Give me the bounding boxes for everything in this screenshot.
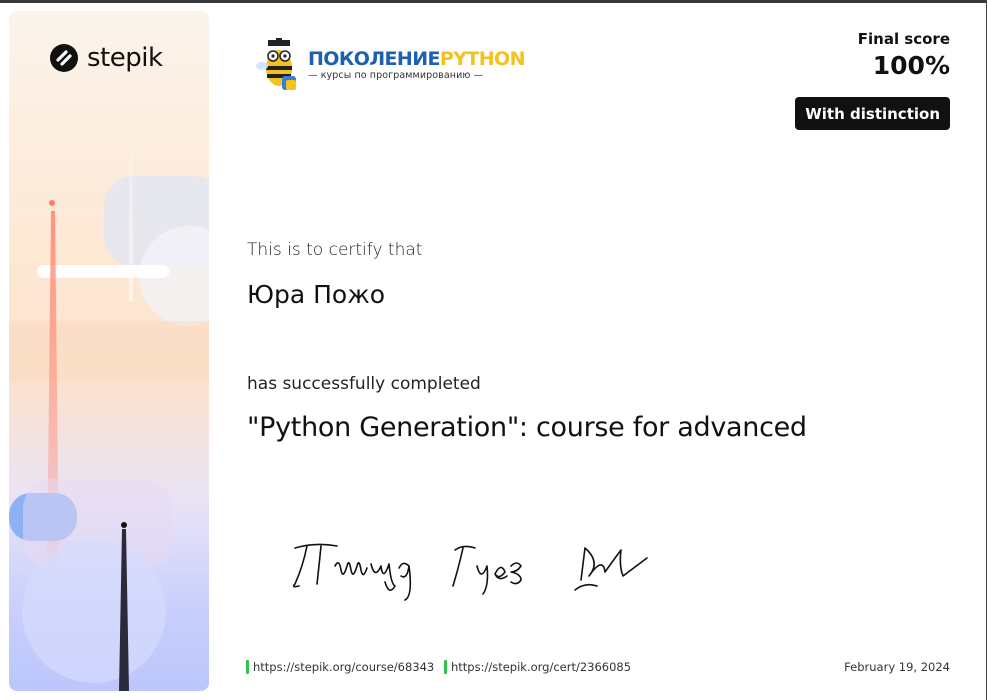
course-link-text[interactable]: https://stepik.org/course/68343	[253, 660, 434, 674]
decorative-shapes	[9, 111, 209, 691]
logo-title-part1: ПОКОЛЕНИЕ	[308, 48, 440, 70]
certify-intro: This is to certify that	[247, 240, 423, 260]
bee-mascot-icon	[256, 38, 296, 90]
logo-title-part2: PYTHON	[439, 48, 526, 70]
stepik-logo-icon	[50, 44, 78, 72]
final-score: Final score 100%	[858, 30, 950, 80]
handwritten-signature	[292, 543, 648, 601]
stepik-brand: stepik	[49, 43, 163, 73]
certificate-link-text[interactable]: https://stepik.org/cert/2366085	[451, 660, 631, 674]
logo-title: ПОКОЛЕНИЕPYTHON	[308, 48, 525, 70]
certificate-link[interactable]: https://stepik.org/cert/2366085	[444, 660, 631, 674]
window-top-border	[0, 0, 987, 3]
course-name: "Python Generation": course for advanced	[247, 412, 807, 443]
link-marker-icon	[444, 660, 447, 674]
final-score-label: Final score	[857, 30, 950, 48]
course-link[interactable]: https://stepik.org/course/68343	[246, 660, 434, 674]
distinction-badge: With distinction	[795, 97, 950, 130]
final-score-value: 100%	[872, 51, 950, 80]
issue-date: February 19, 2024	[844, 660, 950, 674]
stepik-wordmark: stepik	[87, 43, 163, 73]
logo-subtitle: — курсы по программированию —	[308, 70, 484, 81]
decorative-side-panel: stepik	[9, 11, 209, 691]
link-marker-icon	[246, 660, 249, 674]
python-generation-logo: ПОКОЛЕНИЕPYTHON — курсы по программирова…	[256, 38, 525, 92]
completed-text: has successfully completed	[247, 374, 481, 394]
recipient-name: Юра Пожо	[247, 280, 386, 309]
